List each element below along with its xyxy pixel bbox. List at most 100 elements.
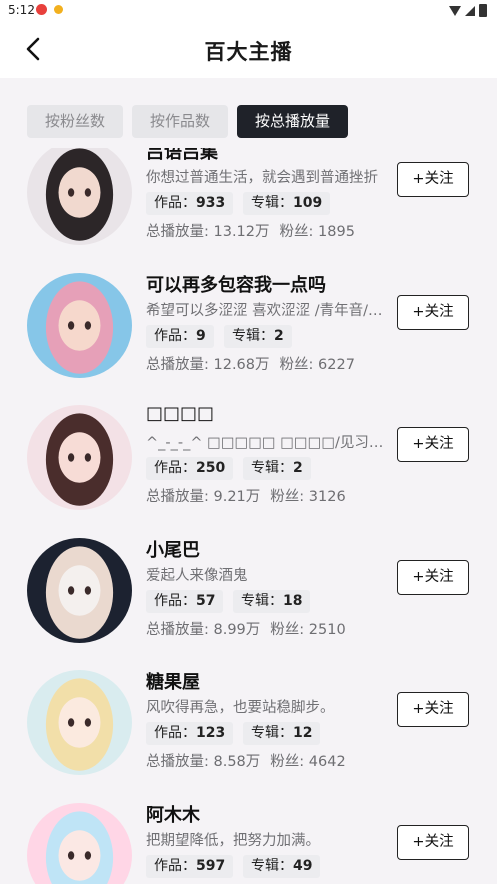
anchor-description: 爱起人来像酒鬼 [146,568,248,584]
anchor-item[interactable]: □□□□ ^_-_-_^ □□□□□ □□□□/见习女喘/爱与和平作品：250 专辑… [0,383,497,515]
anchor-description: 风吹得再急，也要站稳脚步。 [146,700,335,716]
albums-label: 专辑： [232,328,274,344]
follow-button[interactable]: +关注 [397,162,469,197]
avatar[interactable] [27,273,132,378]
recording-icon [36,4,47,15]
tab-by-works[interactable]: 按作品数 [132,105,229,138]
plays-label: 总播放量: [146,357,214,373]
tab-by-fans[interactable]: 按粉丝数 [27,105,124,138]
works-label: 作品： [154,328,196,344]
avatar-image-icon [27,670,132,775]
anchor-item[interactable]: 小尾巴爱起人来像酒鬼作品：57 专辑：18 总播放量: 8.99万 粉丝: 2510 +… [0,516,497,648]
anchor-item[interactable]: 糖果屋风吹得再急，也要站稳脚步。作品：123 专辑：12 总播放量: 8.58万 粉丝… [0,648,497,780]
anchor-description: 希望可以多涩涩 喜欢涩涩 /青年音/主播 [146,303,391,319]
albums-count: 专辑：12 [243,722,321,745]
albums-count: 专辑：49 [243,855,321,878]
fans-value: 6227 [318,357,355,373]
fans-label: 粉丝: [270,754,309,770]
follow-button[interactable]: +关注 [397,692,469,727]
page-title: 百大主播 [204,40,293,64]
albums-count: 专辑：2 [224,325,292,348]
tab-by-plays[interactable]: 按总播放量 [237,105,349,138]
follow-button[interactable]: +关注 [397,427,469,462]
works-count: 作品：597 [146,855,234,878]
avatar-image-icon [27,148,132,245]
fans-label: 粉丝: [270,622,309,638]
albums-count: 专辑：2 [243,457,311,480]
avatar[interactable] [27,148,132,245]
play-fans-line: 总播放量: 12.68万 粉丝: 6227 [146,353,355,374]
albums-value: 18 [283,593,303,609]
plays-value: 12.68万 [213,357,270,373]
plays-label: 总播放量: [146,224,214,240]
plays-label: 总播放量: [146,622,214,638]
sort-tabs: 按粉丝数 按作品数 按总播放量 [27,105,349,138]
avatar-image-icon [27,803,132,884]
works-value: 123 [196,725,226,741]
works-label: 作品： [154,593,196,609]
albums-count: 专辑：109 [243,192,331,215]
albums-label: 专辑： [251,195,293,211]
works-label: 作品： [154,195,196,211]
albums-count: 专辑：18 [233,590,311,613]
avatar[interactable] [27,405,132,510]
albums-value: 2 [274,328,284,344]
works-count: 作品：123 [146,722,234,745]
play-fans-line: 总播放量: 8.99万 粉丝: 2510 [146,618,346,639]
fans-label: 粉丝: [270,489,309,505]
works-label: 作品： [154,725,196,741]
avatar-image-icon [27,538,132,643]
albums-label: 专辑： [251,858,293,874]
anchor-description: ^_-_-_^ □□□□□ □□□□/见习女喘/爱与和平 [146,435,391,451]
anchor-name[interactable]: 糖果屋 [146,668,200,694]
works-count: 作品：250 [146,457,234,480]
status-time: 5:12 [8,3,35,17]
anchor-name[interactable]: 阿木木 [146,801,200,827]
fans-value: 3126 [308,489,346,505]
follow-button[interactable]: +关注 [397,295,469,330]
anchor-name[interactable]: 吕语吕集 [146,148,218,164]
works-value: 57 [196,593,216,609]
anchor-item[interactable]: 阿木木把期望降低，把努力加满。作品：597 专辑：49 +关注 [0,781,497,884]
avatar-image-icon [27,405,132,510]
works-value: 933 [196,195,226,211]
avatar-image-icon [27,273,132,378]
anchor-list: 吕语吕集 你想过普通生活，就会遇到普通挫折 作品：933 专辑：109 总播放量: 13… [0,148,497,884]
anchor-name[interactable]: 可以再多包容我一点吗 [146,271,326,297]
plays-value: 13.12万 [213,224,270,240]
albums-value: 2 [293,460,303,476]
status-bar: 5:12 [0,0,497,22]
play-fans-line: 总播放量: 8.58万 粉丝: 4642 [146,750,346,771]
plays-label: 总播放量: [146,754,214,770]
works-label: 作品： [154,460,196,476]
follow-button[interactable]: +关注 [397,560,469,595]
avatar[interactable] [27,670,132,775]
anchor-item[interactable]: 吕语吕集你想过普通生活，就会遇到普通挫折作品：933 专辑：109 总播放量: 13… [0,148,497,250]
signal-icon [465,5,475,16]
works-count: 作品：933 [146,192,234,215]
avatar[interactable] [27,803,132,884]
fans-label: 粉丝: [279,357,319,373]
anchor-name[interactable]: 小尾巴 [146,536,200,562]
fans-label: 粉丝: [279,224,319,240]
plays-value: 8.58万 [213,754,261,770]
anchor-description: 把期望降低，把努力加满。 [146,833,320,849]
play-fans-line: 总播放量: 9.21万 粉丝: 3126 [146,485,346,506]
follow-button[interactable]: +关注 [397,825,469,860]
albums-label: 专辑： [241,593,283,609]
fans-value: 1895 [318,224,355,240]
anchor-item[interactable]: 可以再多包容我一点吗 希望可以多涩涩 喜欢涩涩 /青年音/主播 作品：9 专辑：2 总播… [0,251,497,383]
works-count: 作品：57 [146,590,224,613]
albums-label: 专辑： [251,460,293,476]
anchor-name[interactable]: □□□□ [146,403,214,424]
avatar[interactable] [27,538,132,643]
wifi-icon [449,5,461,16]
works-value: 597 [196,858,226,874]
albums-label: 专辑： [251,725,293,741]
anchor-description: 你想过普通生活，就会遇到普通挫折 [146,170,378,186]
battery-icon [479,4,487,17]
fans-value: 2510 [308,622,346,638]
plays-label: 总播放量: [146,489,214,505]
status-indicators [449,4,487,17]
albums-value: 109 [293,195,323,211]
